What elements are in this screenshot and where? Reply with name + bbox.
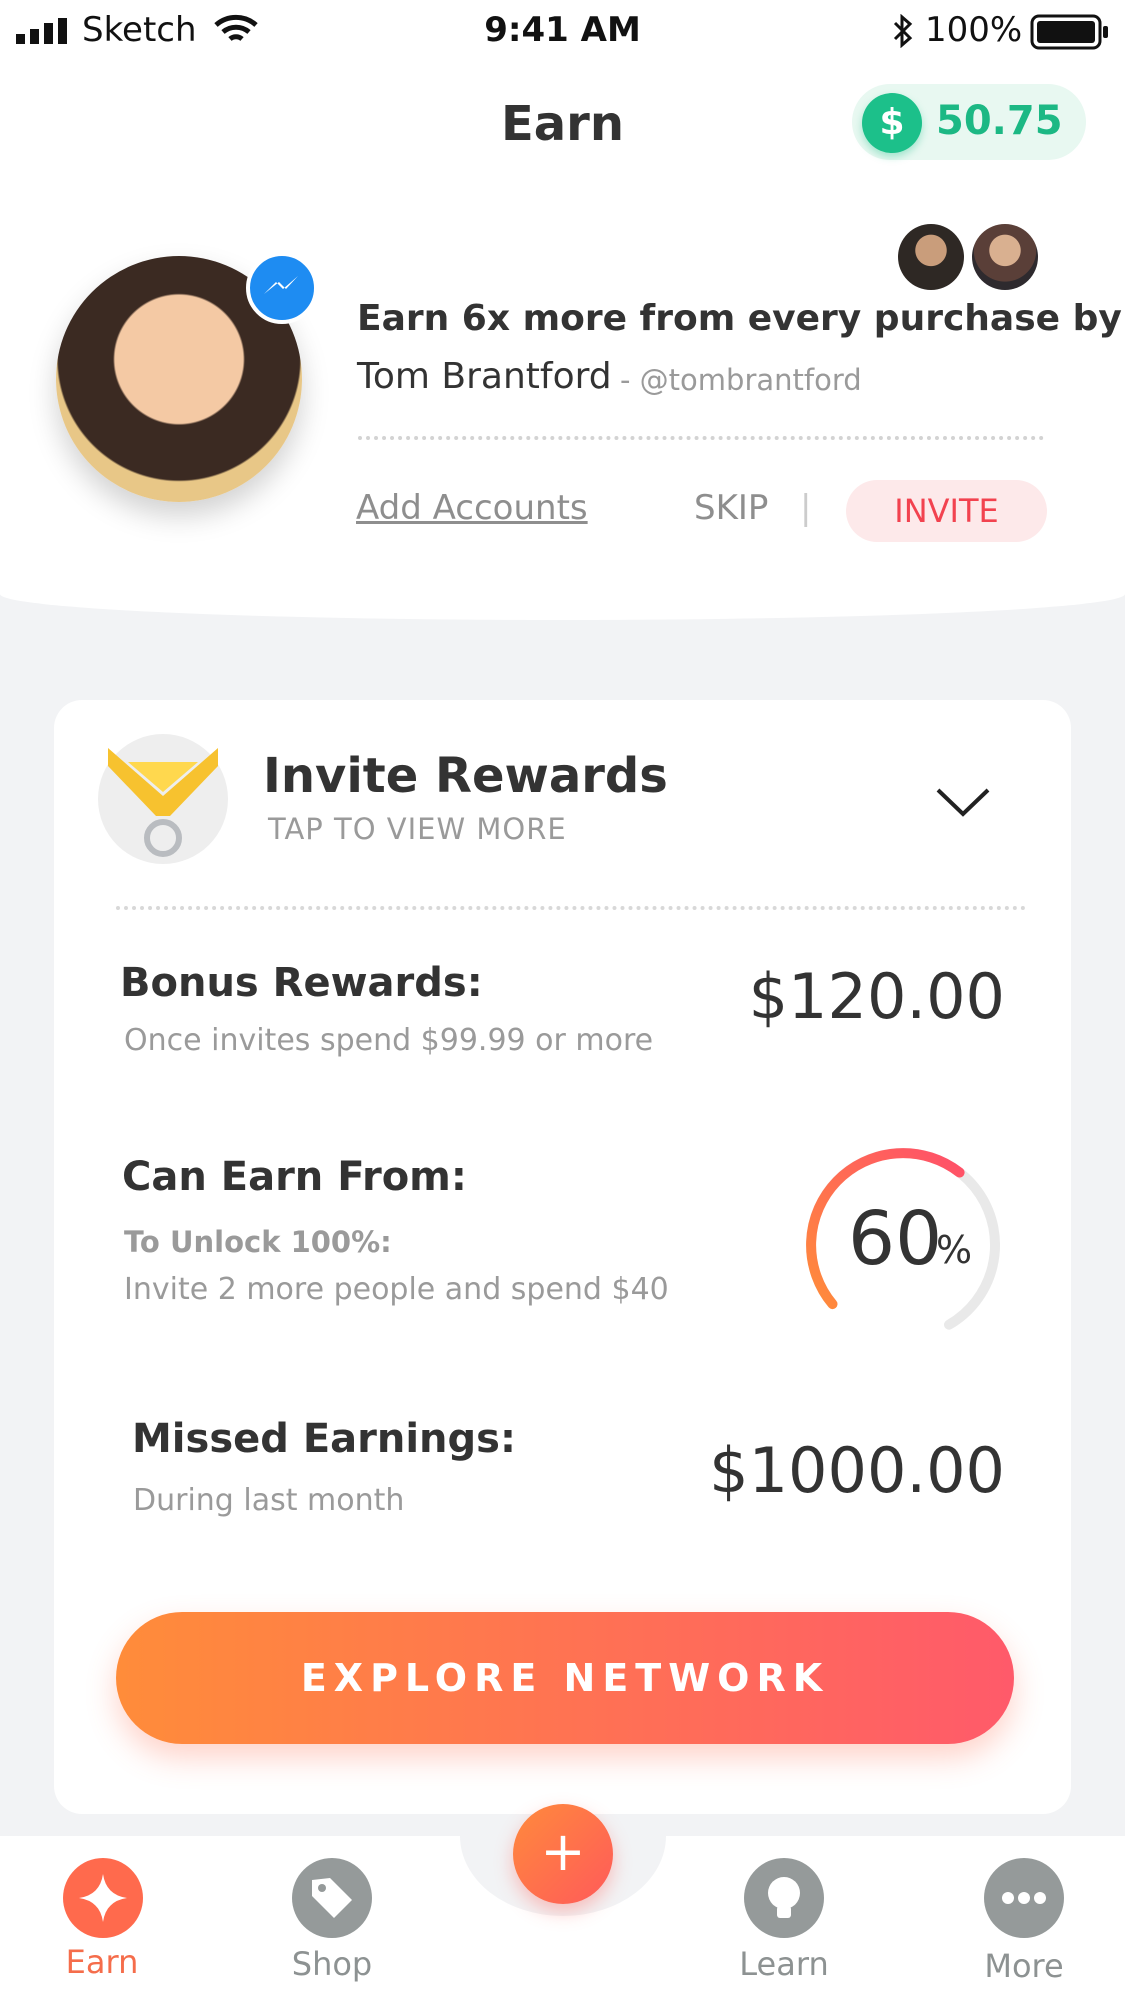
skip-button[interactable]: SKIP [694, 488, 768, 528]
referrer-name: Tom Brantford [357, 356, 612, 397]
card-title: Invite Rewards [263, 748, 668, 804]
dollar-icon: $ [862, 93, 922, 153]
can-earn-label: Can Earn From: [122, 1154, 467, 1200]
tab-learn[interactable]: Learn [684, 1945, 884, 1983]
lightbulb-icon[interactable] [744, 1858, 824, 1938]
friend-avatar [972, 224, 1038, 290]
invite-button[interactable]: INVITE [846, 480, 1047, 542]
chevron-down-icon[interactable] [934, 784, 992, 820]
bonus-rewards-amount: $120.00 [748, 960, 1005, 1033]
card-subtitle: TAP TO VIEW MORE [268, 812, 567, 846]
friend-avatar [898, 224, 964, 290]
unlock-desc: Invite 2 more people and spend $40 [124, 1272, 669, 1307]
medal-icon [98, 734, 228, 864]
tag-icon[interactable] [292, 1858, 372, 1938]
missed-earnings-label: Missed Earnings: [132, 1416, 516, 1462]
sparkle-icon[interactable] [63, 1858, 143, 1938]
separator: | [800, 488, 812, 528]
bonus-rewards-desc: Once invites spend $99.99 or more [124, 1023, 654, 1058]
missed-earnings-amount: $1000.00 [709, 1434, 1005, 1507]
balance-amount: 50.75 [936, 98, 1063, 144]
bonus-rewards-label: Bonus Rewards: [120, 960, 483, 1006]
add-accounts-link[interactable]: Add Accounts [356, 488, 588, 528]
divider [358, 436, 1044, 440]
unlock-label: To Unlock 100%: [124, 1225, 392, 1259]
more-dots-icon[interactable] [984, 1858, 1064, 1938]
battery-icon [1030, 14, 1108, 50]
missed-earnings-desc: During last month [133, 1483, 405, 1518]
messenger-icon [246, 252, 318, 324]
referrer-handle: - @tombrantford [620, 363, 862, 397]
add-button[interactable]: + [513, 1804, 613, 1904]
bluetooth-icon [893, 14, 913, 48]
progress-percent: 60 [848, 1196, 943, 1282]
promo-headline: Earn 6x more from every purchase by: [357, 298, 1125, 339]
battery-percent: 100% [925, 10, 1023, 50]
tab-earn[interactable]: Earn [2, 1943, 202, 1981]
tab-more[interactable]: More [924, 1947, 1124, 1985]
divider [116, 906, 1026, 910]
tab-shop[interactable]: Shop [232, 1945, 432, 1983]
explore-network-button[interactable]: EXPLORE NETWORK [116, 1612, 1014, 1744]
progress-unit: % [936, 1228, 973, 1272]
